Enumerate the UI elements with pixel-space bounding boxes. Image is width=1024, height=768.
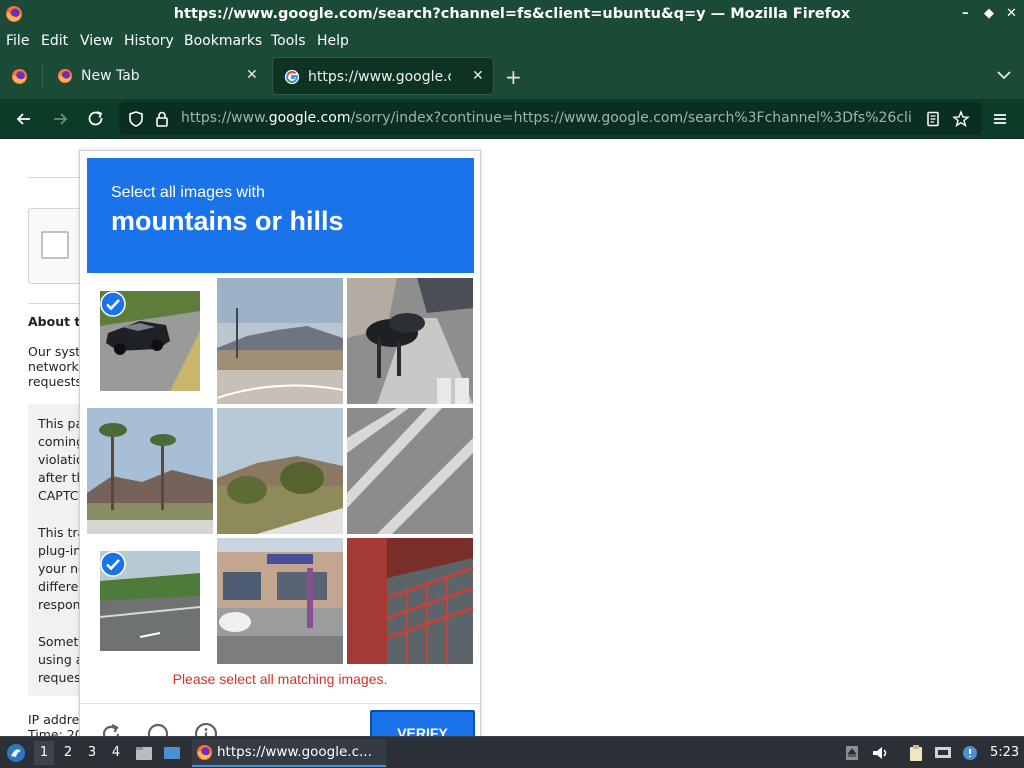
menu-file[interactable]: File [6, 33, 29, 49]
new-tab-icon[interactable]: + [505, 65, 522, 89]
clipboard-icon[interactable] [907, 744, 925, 762]
palm-trees-hills-image [87, 408, 213, 534]
motorcycles-image [347, 278, 473, 404]
tab-bar: New Tab ✕ https://www.google.com/ ✕ + [0, 53, 1024, 99]
notification-icon[interactable] [961, 744, 979, 762]
google-icon [284, 69, 300, 85]
close-tab-icon[interactable]: ✕ [246, 67, 258, 83]
minimize-icon[interactable]: – [962, 6, 969, 21]
desert-shrubs-hill-image [217, 408, 343, 534]
tab-label: New Tab [81, 68, 140, 84]
tab-new-tab[interactable]: New Tab ✕ [46, 57, 268, 95]
recaptcha-challenge: Select all images with mountains or hill… [79, 150, 481, 752]
url-text[interactable]: https://www.google.com/sorry/index?conti… [181, 110, 921, 126]
storefront-image [217, 538, 343, 664]
image-tile-crosswalk[interactable] [347, 408, 473, 534]
menubar: File Edit View History Bookmarks Tools H… [0, 29, 1024, 53]
red-railing-image [347, 538, 473, 664]
recaptcha-checkbox[interactable] [41, 231, 69, 259]
menu-help[interactable]: Help [317, 33, 349, 49]
menu-view[interactable]: View [80, 33, 113, 49]
image-tile-desert-shrubs[interactable] [217, 408, 343, 534]
firefox-icon [196, 744, 213, 761]
tab-label: https://www.google.com/ [308, 69, 451, 85]
close-tab-icon[interactable]: ✕ [472, 68, 484, 84]
image-tile-highway[interactable] [87, 538, 213, 664]
image-tile-mountains-road[interactable] [217, 278, 343, 404]
forward-icon[interactable] [50, 109, 70, 129]
start-menu-icon[interactable] [6, 743, 26, 763]
paragraph-line: network. [28, 359, 83, 374]
reload-icon[interactable] [86, 109, 106, 129]
image-tile-storefront[interactable] [217, 538, 343, 664]
info-line: This pa [38, 416, 84, 431]
hamburger-menu-icon[interactable] [990, 109, 1010, 129]
paragraph-line: requests [28, 374, 83, 389]
image-tile-red-railing[interactable] [347, 538, 473, 664]
image-tile-car[interactable] [87, 278, 213, 404]
workspace-4[interactable]: 4 [106, 745, 126, 760]
menu-bookmarks[interactable]: Bookmarks [184, 33, 262, 49]
info-line: after th [38, 470, 85, 485]
crosswalk-road-image [347, 408, 473, 534]
image-tile-palm-trees[interactable] [87, 408, 213, 534]
tab-separator [42, 63, 43, 89]
workspace-2[interactable]: 2 [58, 745, 78, 760]
volume-icon[interactable] [871, 744, 889, 762]
tab-google[interactable]: https://www.google.com/ ✕ [272, 57, 494, 95]
firefox-view-button[interactable] [0, 53, 42, 99]
challenge-header: Select all images with mountains or hill… [87, 158, 474, 273]
chevron-down-icon[interactable] [996, 67, 1012, 83]
workspace-1[interactable]: 1 [34, 741, 54, 765]
time-line: Time: 20 [28, 727, 83, 736]
challenge-instruction: Select all images with [111, 184, 265, 201]
close-icon[interactable]: ✕ [1006, 6, 1017, 21]
info-line: CAPTC [38, 488, 79, 503]
menu-tools[interactable]: Tools [271, 33, 306, 49]
url-prefix: https://www. [181, 110, 269, 126]
file-manager-icon[interactable] [135, 744, 153, 762]
workspace-3[interactable]: 3 [82, 745, 102, 760]
info-line: violatio [38, 452, 84, 467]
info-line: using a [38, 652, 84, 667]
image-tile-motorcycles[interactable] [347, 278, 473, 404]
ip-address-line: IP addres [28, 712, 86, 727]
clock: 5:23 [990, 745, 1020, 760]
shield-icon[interactable] [127, 110, 145, 128]
info-line: Someti [38, 634, 82, 649]
window-title: https://www.google.com/search?channel=fs… [173, 6, 851, 22]
checkmark-icon [100, 291, 126, 317]
taskbar-item-label: https://www.google.c... [217, 744, 372, 760]
url-host: google.com [268, 110, 351, 126]
menu-history[interactable]: History [124, 33, 174, 49]
challenge-target: mountains or hills [111, 206, 344, 236]
show-desktop-icon[interactable] [163, 744, 181, 762]
back-icon[interactable] [14, 109, 34, 129]
bookmark-star-icon[interactable] [952, 110, 970, 128]
reader-view-icon[interactable] [924, 110, 942, 128]
taskbar-item-firefox[interactable]: https://www.google.c... [192, 739, 386, 767]
navigation-toolbar: https://www.google.com/sorry/index?conti… [0, 99, 1024, 139]
error-message: Please select all matching images. [172, 671, 388, 687]
mountains-road-image [217, 278, 343, 404]
url-path: /sorry/index?continue=https://www.google… [350, 110, 912, 126]
checkmark-icon [100, 551, 126, 577]
eject-icon[interactable] [843, 744, 861, 762]
restore-icon[interactable]: ◆ [984, 6, 994, 21]
url-bar[interactable]: https://www.google.com/sorry/index?conti… [119, 102, 982, 135]
divider [80, 703, 480, 704]
firefox-icon [11, 68, 28, 85]
firefox-icon [57, 68, 73, 84]
info-line: coming [38, 434, 85, 449]
network-icon[interactable] [934, 744, 952, 762]
taskbar: 1 2 3 4 https://www.google.c... 5:23 [0, 736, 1024, 768]
menu-edit[interactable]: Edit [41, 33, 68, 49]
window-titlebar: https://www.google.com/search?channel=fs… [0, 0, 1024, 29]
lock-icon[interactable] [153, 110, 171, 128]
